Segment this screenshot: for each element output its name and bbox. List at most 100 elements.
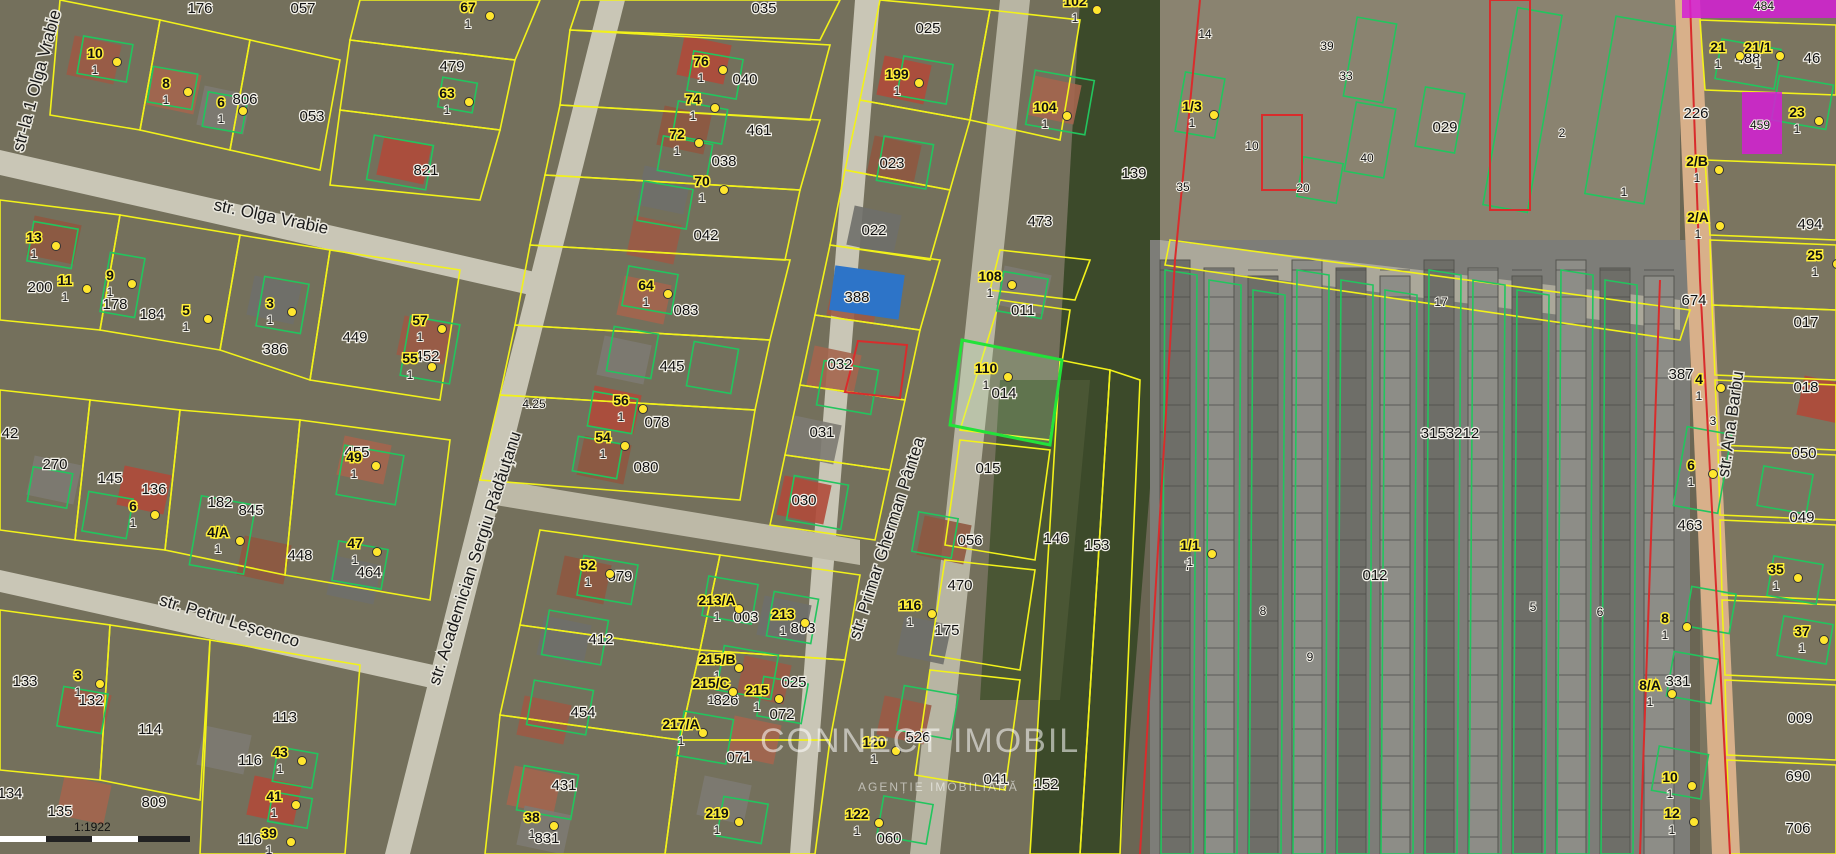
address-number: 4/A (207, 524, 229, 540)
address-dot-icon[interactable] (1775, 51, 1785, 61)
building-index: 1 (271, 806, 278, 820)
address-dot-icon[interactable] (698, 728, 708, 738)
address-dot-icon[interactable] (464, 97, 474, 107)
parcel-number: 152 (1033, 776, 1058, 793)
address-dot-icon[interactable] (1716, 383, 1726, 393)
parcel-number: 031 (809, 424, 834, 441)
address-dot-icon[interactable] (150, 510, 160, 520)
parcel-number: 226 (1683, 105, 1708, 122)
address-number: 215/C (692, 675, 729, 691)
address-dot-icon[interactable] (235, 536, 245, 546)
address-dot-icon[interactable] (719, 185, 729, 195)
address-number: 64 (638, 277, 654, 293)
address-dot-icon[interactable] (549, 821, 559, 831)
address-number: 21 (1710, 39, 1726, 55)
address-dot-icon[interactable] (1715, 221, 1725, 231)
address-dot-icon[interactable] (663, 289, 673, 299)
parcel-number: 132 (78, 692, 103, 709)
address-dot-icon[interactable] (728, 687, 738, 697)
address-dot-icon[interactable] (1793, 573, 1803, 583)
building-index: 1 (1755, 57, 1762, 71)
address-dot-icon[interactable] (1714, 165, 1724, 175)
parcel-number: 032 (827, 356, 852, 373)
address-dot-icon[interactable] (734, 604, 744, 614)
address-dot-icon[interactable] (1003, 372, 1013, 382)
address-dot-icon[interactable] (291, 800, 301, 810)
parcel-number: 136 (141, 481, 166, 498)
address-dot-icon[interactable] (1735, 51, 1745, 61)
address-dot-icon[interactable] (1667, 689, 1677, 699)
address-dot-icon[interactable] (238, 106, 248, 116)
address-dot-icon[interactable] (183, 87, 193, 97)
address-dot-icon[interactable] (1207, 549, 1217, 559)
address-dot-icon[interactable] (800, 618, 810, 628)
building-index: 1 (643, 295, 650, 309)
address-number: 1/3 (1182, 98, 1202, 114)
address-dot-icon[interactable] (914, 78, 924, 88)
cadastral-map[interactable]: str-la 1 Olga Vrabie str. Olga Vrabie str.… (0, 0, 1836, 854)
building-index: 1 (1669, 823, 1676, 837)
address-dot-icon[interactable] (287, 307, 297, 317)
address-dot-icon[interactable] (1819, 635, 1829, 645)
parcel-number: 690 (1785, 768, 1810, 785)
address-number: 122 (845, 806, 869, 822)
address-number: 102 (1063, 0, 1087, 9)
address-dot-icon[interactable] (371, 461, 381, 471)
address-dot-icon[interactable] (82, 284, 92, 294)
address-dot-icon[interactable] (427, 362, 437, 372)
address-dot-icon[interactable] (1687, 781, 1697, 791)
address-number: 37 (1794, 623, 1810, 639)
address-dot-icon[interactable] (1062, 111, 1072, 121)
address-dot-icon[interactable] (694, 138, 704, 148)
parcel-number: 038 (711, 153, 736, 170)
address-dot-icon[interactable] (734, 817, 744, 827)
address-number: 23 (1789, 104, 1805, 120)
address-dot-icon[interactable] (605, 569, 615, 579)
address-dot-icon[interactable] (1682, 622, 1692, 632)
building-index: 1 (75, 685, 82, 699)
address-number: 3 (266, 295, 274, 311)
address-dot-icon[interactable] (1007, 280, 1017, 290)
parcel-number: 473 (1027, 213, 1052, 230)
address-number: 52 (580, 557, 596, 573)
address-dot-icon[interactable] (734, 663, 744, 673)
parcel-number: 445 (659, 358, 684, 375)
address-number: 1/1 (1180, 537, 1200, 553)
address-dot-icon[interactable] (51, 241, 61, 251)
address-dot-icon[interactable] (1689, 817, 1699, 827)
building-index: 1 (1189, 116, 1196, 130)
address-dot-icon[interactable] (437, 324, 447, 334)
building-index: 1 (444, 103, 451, 117)
address-dot-icon[interactable] (1708, 469, 1718, 479)
address-dot-icon[interactable] (1092, 5, 1102, 15)
address-dot-icon[interactable] (485, 11, 495, 21)
address-number: 9 (106, 267, 114, 283)
address-dot-icon[interactable] (710, 103, 720, 113)
parcel-number: 133 (12, 673, 37, 690)
address-number: 63 (439, 85, 455, 101)
address-dot-icon[interactable] (774, 694, 784, 704)
parcel-number: 387 (1668, 366, 1693, 383)
building-index: 1 (267, 313, 274, 327)
address-dot-icon[interactable] (620, 441, 630, 451)
parcel-number: 479 (439, 58, 464, 75)
address-dot-icon[interactable] (638, 404, 648, 414)
address-dot-icon[interactable] (127, 279, 137, 289)
address-dot-icon[interactable] (874, 818, 884, 828)
address-dot-icon[interactable] (1209, 110, 1219, 120)
address-dot-icon[interactable] (112, 57, 122, 67)
address-number: 47 (347, 535, 363, 551)
parcel-number: 331 (1665, 673, 1690, 690)
building-index: 1 (1773, 579, 1780, 593)
address-dot-icon[interactable] (286, 837, 296, 847)
block-label: 6 (1597, 605, 1604, 619)
parcel-number: 386 (262, 341, 287, 358)
address-dot-icon[interactable] (1814, 116, 1824, 126)
address-dot-icon[interactable] (372, 547, 382, 557)
address-dot-icon[interactable] (927, 609, 937, 619)
address-dot-icon[interactable] (297, 756, 307, 766)
address-number: 70 (694, 173, 710, 189)
address-dot-icon[interactable] (95, 679, 105, 689)
address-dot-icon[interactable] (718, 65, 728, 75)
address-dot-icon[interactable] (203, 314, 213, 324)
